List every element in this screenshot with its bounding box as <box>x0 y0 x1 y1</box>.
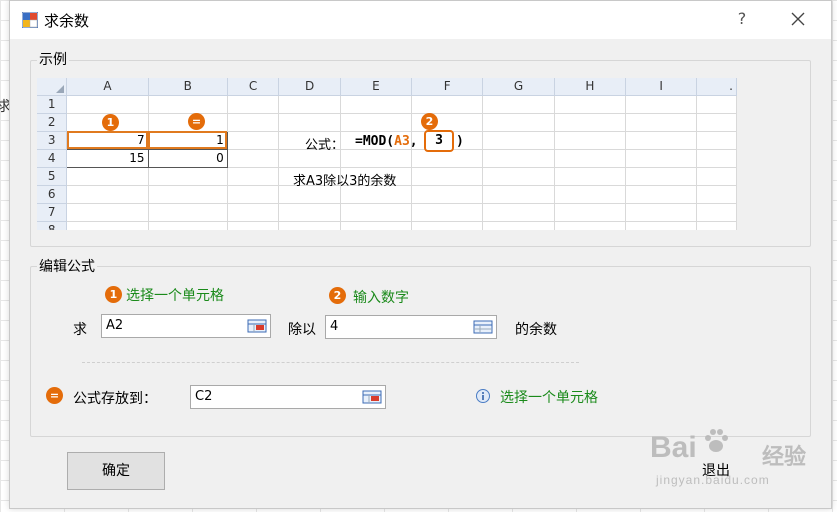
step2-badge-icon: 2 <box>329 287 346 304</box>
help-button[interactable]: ? <box>732 9 752 28</box>
mod-dialog: 求余数 ? 示例 A B C D E F G H I . 1 2 3 7 1 4… <box>9 0 832 509</box>
row-header: 4 <box>37 149 68 168</box>
formula-label: 公式： <box>305 138 345 153</box>
titlebar: 求余数 ? <box>10 1 831 39</box>
column-header: H <box>554 78 627 96</box>
column-header-overflow: . <box>696 78 737 96</box>
prefix-label: 求 <box>73 322 87 338</box>
range-picker-icon[interactable] <box>247 318 267 334</box>
column-header: E <box>340 78 413 96</box>
formula-text: =MOD(A3, <box>355 134 418 149</box>
step1-hint: 选择一个单元格 <box>126 288 224 304</box>
range-picker-icon[interactable] <box>473 319 493 335</box>
number-input-value: 4 <box>330 319 339 334</box>
sheet-corner <box>37 78 68 96</box>
formula-number-box: 3 <box>424 130 454 152</box>
cell-input[interactable]: A2 <box>101 314 271 338</box>
badge-2-icon: 2 <box>421 113 438 130</box>
number-input[interactable]: 4 <box>325 315 497 339</box>
dialog-title: 求余数 <box>44 12 90 30</box>
column-header: F <box>411 78 484 96</box>
row-header: 7 <box>37 203 68 222</box>
formula-prefix: =MOD( <box>355 134 395 149</box>
spreadsheet-app-icon <box>22 12 38 28</box>
cell-a3: 7 <box>66 131 149 150</box>
range-picker-icon[interactable] <box>362 389 382 405</box>
row-header: 1 <box>37 95 68 114</box>
store-input[interactable]: C2 <box>190 385 386 409</box>
close-icon[interactable] <box>788 9 808 29</box>
cell-b4: 0 <box>148 149 228 168</box>
formula-sep: , <box>409 134 418 149</box>
ok-button[interactable]: 确定 <box>67 452 165 490</box>
cell <box>66 95 149 114</box>
row-header: 2 <box>37 113 68 132</box>
column-header: G <box>482 78 555 96</box>
column-header: A <box>66 78 149 96</box>
cell-b3: 1 <box>148 131 228 150</box>
row-header: 5 <box>37 167 68 186</box>
step1-badge-icon: 1 <box>105 286 122 303</box>
store-hint: 选择一个单元格 <box>500 390 598 406</box>
badge-equals-icon: = <box>188 113 205 130</box>
store-label: 公式存放到： <box>73 391 157 407</box>
cell-input-value: A2 <box>106 318 124 333</box>
store-badge-icon: = <box>46 387 63 404</box>
separator-line <box>82 362 579 363</box>
store-input-value: C2 <box>195 389 213 404</box>
column-header: C <box>227 78 280 96</box>
suffix-label: 的余数 <box>515 322 557 338</box>
formula-ref: A3 <box>394 134 410 149</box>
row-header: 3 <box>37 131 68 150</box>
cell-a4: 15 <box>66 149 149 168</box>
column-header: I <box>625 78 698 96</box>
divide-label: 除以 <box>288 322 316 338</box>
formula-close: ) <box>456 134 464 149</box>
row-header: 8 <box>37 221 68 230</box>
step2-hint: 输入数字 <box>353 290 409 306</box>
column-header: B <box>148 78 228 96</box>
exit-button[interactable]: 退出 <box>667 452 765 490</box>
example-group-label: 示例 <box>37 49 69 69</box>
row-header: 6 <box>37 185 68 204</box>
watermark-cn-text: 经验 <box>762 445 807 470</box>
edit-formula-group-label: 编辑公式 <box>37 256 97 276</box>
example-note: 求A3除以3的余数 <box>293 174 397 189</box>
info-icon <box>476 389 490 403</box>
example-spreadsheet: A B C D E F G H I . 1 2 3 7 1 4 15 0 5 6… <box>37 78 737 230</box>
badge-1-icon: 1 <box>102 114 119 131</box>
column-header: D <box>278 78 341 96</box>
